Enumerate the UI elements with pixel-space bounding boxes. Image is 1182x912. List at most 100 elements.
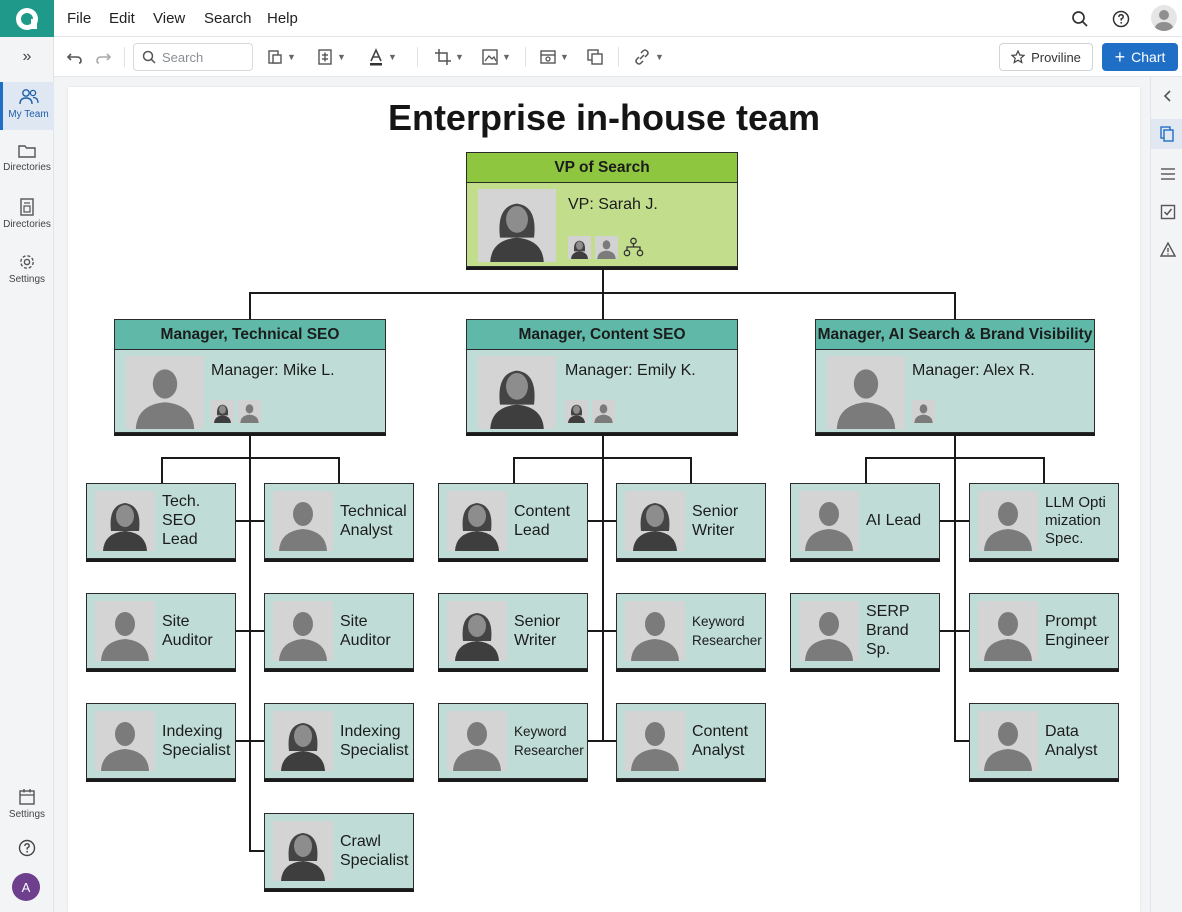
- member-photo: [625, 491, 685, 551]
- member-title: Data Analyst: [1045, 722, 1098, 759]
- expand-sidebar-button[interactable]: »: [0, 45, 54, 69]
- connector: [588, 740, 618, 742]
- user-avatar-icon[interactable]: [1151, 5, 1177, 31]
- duplicate-icon: [587, 49, 603, 65]
- toolbar-search[interactable]: [133, 43, 253, 71]
- team-member-card[interactable]: Senior Writer: [438, 593, 588, 669]
- menu-search[interactable]: Search: [204, 10, 252, 27]
- team-member-card[interactable]: Keyword Researcher: [438, 703, 588, 779]
- team-member-card[interactable]: Data Analyst: [969, 703, 1119, 779]
- connector: [690, 457, 692, 483]
- team-member-card[interactable]: Indexing Specialist: [86, 703, 236, 779]
- logo-icon: [16, 7, 38, 30]
- search-input[interactable]: [162, 49, 242, 65]
- menu-help[interactable]: Help: [267, 10, 298, 27]
- proviline-label: Proviline: [1031, 49, 1081, 65]
- connector: [602, 292, 604, 319]
- sidebar-item-settings-bottom[interactable]: Settings: [0, 788, 54, 820]
- connector: [235, 630, 265, 632]
- report-avatar: [912, 400, 935, 423]
- manager-role: Manager, Technical SEO: [115, 320, 385, 350]
- team-member-card[interactable]: SERP Brand Sp.: [790, 593, 940, 669]
- connector: [513, 457, 515, 483]
- account-avatar[interactable]: A: [12, 873, 40, 901]
- team-icon: [18, 89, 39, 105]
- report-avatar: [592, 400, 615, 423]
- manager-reports: [912, 400, 935, 423]
- team-member-card[interactable]: Senior Writer: [616, 483, 766, 559]
- proviline-button[interactable]: Proviline: [999, 43, 1093, 71]
- text-color-button[interactable]: ▼: [367, 45, 397, 69]
- team-member-card[interactable]: Technical Analyst: [264, 483, 414, 559]
- connector: [235, 740, 265, 742]
- vp-box[interactable]: VP of Search VP: Sarah J.: [466, 152, 738, 267]
- team-member-card[interactable]: Content Lead: [438, 483, 588, 559]
- connector: [602, 267, 604, 294]
- manager-box-content[interactable]: Manager, Content SEO Manager: Emily K.: [466, 319, 738, 433]
- team-member-card[interactable]: Prompt Engineer: [969, 593, 1119, 669]
- duplicate-button[interactable]: [586, 45, 604, 69]
- app-logo[interactable]: [0, 0, 54, 37]
- connector: [161, 457, 163, 483]
- crop-button[interactable]: ▼: [434, 45, 464, 69]
- manager-box-ai-search[interactable]: Manager, AI Search & Brand Visibility Ma…: [815, 319, 1095, 433]
- menu-view[interactable]: View: [153, 10, 185, 27]
- team-member-card[interactable]: Keyword Researcher: [616, 593, 766, 669]
- member-title: Keyword Researcher: [692, 613, 762, 648]
- connector: [588, 630, 618, 632]
- image-button[interactable]: ▼: [481, 45, 511, 69]
- member-photo: [273, 711, 333, 771]
- format-painter-button[interactable]: ▼: [266, 45, 296, 69]
- link-icon: [635, 49, 649, 65]
- undo-icon: [66, 53, 82, 64]
- menu-file[interactable]: File: [67, 10, 91, 27]
- redo-icon: [96, 53, 112, 64]
- member-photo: [273, 601, 333, 661]
- team-member-card[interactable]: Indexing Specialist: [264, 703, 414, 779]
- manager-reports: [211, 400, 261, 423]
- member-photo: [273, 491, 333, 551]
- manager-name: Manager: Alex R.: [912, 362, 1035, 379]
- connector: [249, 850, 265, 852]
- manager-box-technical[interactable]: Manager, Technical SEO Manager: Mike L.: [114, 319, 386, 433]
- team-member-card[interactable]: Tech. SEO Lead: [86, 483, 236, 559]
- org-tree-icon[interactable]: [622, 236, 645, 259]
- team-member-card[interactable]: Site Auditor: [264, 593, 414, 669]
- collapse-panel-button[interactable]: [1157, 85, 1179, 107]
- pages-panel-button[interactable]: [1151, 119, 1182, 149]
- chart-title: Enterprise in-house team: [387, 97, 821, 138]
- team-member-card[interactable]: Content Analyst: [616, 703, 766, 779]
- help-icon[interactable]: [1110, 8, 1132, 30]
- checkbox-icon: [1160, 204, 1176, 220]
- manager-role: Manager, AI Search & Brand Visibility: [816, 320, 1094, 350]
- member-title: AI Lead: [866, 512, 922, 529]
- copy-format-icon: [268, 50, 282, 64]
- sidebar-item-settings[interactable]: Settings: [0, 253, 54, 285]
- left-sidebar: » My Team Directories Directories Settin…: [0, 37, 54, 912]
- redo-button[interactable]: [94, 45, 112, 69]
- menu-edit[interactable]: Edit: [109, 10, 135, 27]
- team-member-card[interactable]: LLM Optimization Spec.: [969, 483, 1119, 559]
- sidebar-item-label: Settings: [8, 274, 46, 285]
- add-chart-button[interactable]: + Chart: [1102, 43, 1178, 71]
- connector: [865, 457, 1044, 459]
- sidebar-item-directories-2[interactable]: Directories: [0, 198, 54, 230]
- alert-icon: [1160, 242, 1176, 257]
- team-member-card[interactable]: Crawl Specialist: [264, 813, 414, 889]
- alerts-panel-button[interactable]: [1157, 239, 1179, 261]
- list-panel-button[interactable]: [1157, 163, 1179, 185]
- member-photo: [95, 711, 155, 771]
- align-button[interactable]: ▼: [316, 45, 346, 69]
- team-member-card[interactable]: AI Lead: [790, 483, 940, 559]
- sidebar-item-my-team[interactable]: My Team: [0, 82, 54, 130]
- layout-button[interactable]: ▼: [539, 45, 569, 69]
- link-button[interactable]: ▼: [632, 45, 664, 69]
- vp-name: VP: Sarah J.: [568, 196, 658, 213]
- undo-button[interactable]: [66, 45, 84, 69]
- team-member-card[interactable]: Site Auditor: [86, 593, 236, 669]
- sidebar-help-button[interactable]: [0, 839, 54, 857]
- org-chart-canvas[interactable]: Enterprise in-house team VP of Search VP…: [68, 87, 1140, 912]
- search-icon[interactable]: [1069, 8, 1091, 30]
- sidebar-item-directories[interactable]: Directories: [0, 143, 54, 173]
- tasks-panel-button[interactable]: [1157, 201, 1179, 223]
